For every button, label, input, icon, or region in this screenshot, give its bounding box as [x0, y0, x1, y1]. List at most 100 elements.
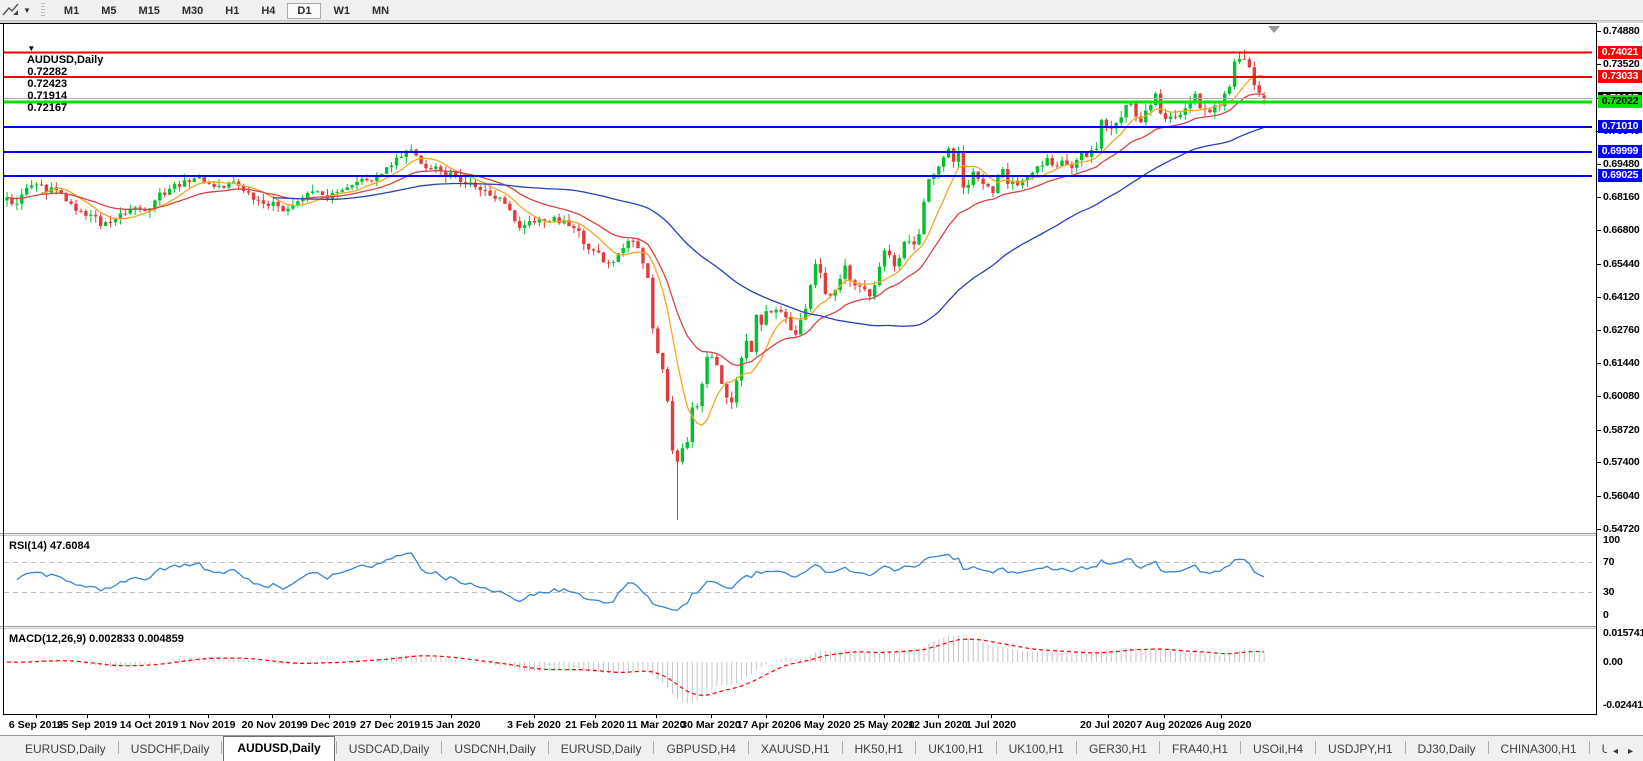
chart-tab-usdcnh-daily[interactable]: USDCNH,Daily — [443, 739, 546, 761]
axis-tick-mark — [1597, 362, 1601, 364]
date-axis-label: 6 May 2020 — [795, 719, 851, 731]
timeframe-button-w1[interactable]: W1 — [323, 3, 360, 19]
date-axis-label: 6 Sep 2019 — [8, 719, 64, 731]
rsi-panel-canvas[interactable] — [0, 536, 1597, 626]
chart-tab-hk50-h1[interactable]: HK50,H1 — [844, 739, 915, 761]
price-axis-label: 0.56040 — [1603, 490, 1640, 503]
time-tick-mark — [1221, 715, 1222, 718]
axis-tick-mark — [1597, 429, 1601, 431]
tab-navigation: ◂ ▸ — [1607, 746, 1643, 761]
timeframe-buttons: M1 M5 M15 M30 H1 H4 D1 W1 MN — [53, 1, 400, 19]
tab-separator — [1588, 741, 1590, 754]
price-axis-label: 0.58720 — [1603, 423, 1640, 436]
toolbar-grip[interactable] — [40, 3, 45, 17]
price-tag: 0.71010 — [1598, 120, 1642, 134]
tabs-scroll-right-icon[interactable]: ▸ — [1628, 746, 1633, 757]
chart-tab-xauusd-h1[interactable]: XAUUSD,H1 — [750, 739, 841, 761]
time-tick-mark — [36, 715, 37, 718]
chart-tab-usdchf-daily[interactable]: USDCHF,Daily — [120, 739, 221, 761]
rsi-axis-label: 0 — [1603, 608, 1609, 621]
plot-border — [3, 23, 4, 715]
date-axis-label: 17 Apr 2020 — [736, 719, 796, 731]
tabs-scroll-left-icon[interactable]: ◂ — [1613, 746, 1618, 757]
time-tick-mark — [595, 715, 596, 718]
date-axis-label: 26 Aug 2020 — [1190, 719, 1252, 731]
symbol-dropdown-marker: ▼ — [27, 44, 36, 53]
date-axis-label: 1 Jul 2020 — [965, 719, 1017, 731]
chart-tab-usdjpy-h1[interactable]: USDJPY,H1 — [1317, 739, 1403, 761]
price-axis-label: 0.62760 — [1603, 324, 1640, 337]
chart-tab-uk100-h1[interactable]: UK100,H1 — [917, 739, 994, 761]
timeframe-button-m15[interactable]: M15 — [128, 3, 169, 19]
date-axis-label: 1 Nov 2019 — [180, 719, 236, 731]
timeframe-button-h4[interactable]: H4 — [251, 3, 285, 19]
chart-tabs: EURUSD,Daily USDCHF,Daily AUDUSD,Daily USDC… — [0, 735, 1607, 761]
macd-panel-canvas[interactable] — [0, 629, 1597, 714]
price-tag: 0.69025 — [1598, 169, 1642, 183]
chart-tab-usoil-h4[interactable]: USOil,H4 — [1242, 739, 1314, 761]
date-axis-label: 25 May 2020 — [853, 719, 915, 731]
chart-tab-dj30-daily[interactable]: DJ30,Daily — [1407, 739, 1487, 761]
time-tick-mark — [329, 715, 330, 718]
chart-tab-china300-h1[interactable]: CHINA300,H1 — [1490, 739, 1588, 761]
ohlc-low: 0.71914 — [27, 90, 68, 102]
tab-separator — [1240, 741, 1242, 754]
macd-indicator-label: MACD(12,26,9) 0.002833 0.004859 — [9, 633, 184, 645]
macd-axis-label: -0.024412 — [1603, 698, 1643, 711]
chart-tab-gbpusd-h4[interactable]: GBPUSD,H4 — [655, 739, 746, 761]
date-axis-label: 30 Mar 2020 — [681, 719, 741, 731]
price-axis[interactable]: 0.748800.735200.721600.708400.694800.681… — [1596, 23, 1643, 715]
price-axis-label: 0.57400 — [1603, 456, 1640, 469]
chart-tools-group[interactable]: ▼ — [0, 2, 31, 18]
tab-separator — [547, 741, 549, 754]
price-axis-label: 0.61440 — [1603, 356, 1640, 369]
chart-tab-audusd-daily[interactable]: AUDUSD,Daily — [223, 736, 335, 761]
axis-tick-mark — [1597, 396, 1601, 398]
timeframe-button-m1[interactable]: M1 — [54, 3, 89, 19]
time-tick-mark — [1164, 715, 1165, 718]
price-axis-label: 0.73520 — [1603, 58, 1640, 71]
price-axis-label: 0.68160 — [1603, 190, 1640, 203]
time-tick-mark — [823, 715, 824, 718]
axis-tick-mark — [1597, 462, 1601, 464]
axis-tick-mark — [1597, 528, 1601, 530]
timeframe-button-m30[interactable]: M30 — [172, 3, 213, 19]
date-axis-label: 12 Jun 2020 — [908, 719, 968, 731]
chart-shift-marker — [1268, 26, 1280, 33]
time-tick-mark — [390, 715, 391, 718]
price-axis-label: 0.64120 — [1603, 290, 1640, 303]
tab-separator — [1158, 741, 1160, 754]
timeframe-button-h1[interactable]: H1 — [215, 3, 249, 19]
chart-tools-icon — [2, 3, 19, 16]
chart-tab-usoil-h1[interactable]: USOil,H1 — [1591, 739, 1607, 761]
time-tick-mark — [938, 715, 939, 718]
chart-tab-eurusd-daily[interactable]: EURUSD,Daily — [14, 739, 117, 761]
axis-tick-mark — [1597, 263, 1601, 265]
date-axis-label: 11 Mar 2020 — [626, 719, 686, 731]
chart-tab-fra40-h1[interactable]: FRA40,H1 — [1161, 739, 1239, 761]
chart-window: ▼ AUDUSD,Daily 0.72282 0.72423 0.71914 0… — [0, 21, 1643, 737]
timeframe-toolbar: ▼ M1 M5 M15 M30 H1 H4 D1 W1 MN — [0, 0, 1643, 21]
trading-platform: ▼ M1 M5 M15 M30 H1 H4 D1 W1 MN ▼ AUDUSD,Daily 0.… — [0, 0, 1643, 761]
time-tick-mark — [991, 715, 992, 718]
timeframe-button-d1[interactable]: D1 — [287, 3, 322, 19]
time-axis[interactable]: 6 Sep 2019 25 Sep 2019 14 Oct 2019 1 Nov 20… — [0, 715, 1643, 737]
date-axis-label: 20 Jul 2020 — [1079, 719, 1137, 731]
chart-tab-usdcad-daily[interactable]: USDCAD,Daily — [338, 739, 441, 761]
axis-tick-mark — [1597, 496, 1601, 498]
tab-separator — [995, 741, 997, 754]
date-axis-label: 3 Feb 2020 — [507, 719, 561, 731]
chevron-down-icon[interactable]: ▼ — [23, 6, 31, 15]
timeframe-button-mn[interactable]: MN — [362, 3, 399, 19]
chart-tab-ger30-h1[interactable]: GER30,H1 — [1078, 739, 1158, 761]
axis-tick-mark — [1597, 64, 1601, 66]
chart-tab-uk100-h1[interactable]: UK100,H1 — [998, 739, 1075, 761]
tab-separator — [1404, 741, 1406, 754]
main-chart-canvas[interactable] — [0, 25, 1597, 533]
chart-tab-eurusd-daily[interactable]: EURUSD,Daily — [550, 739, 653, 761]
price-axis-label: 0.69480 — [1603, 158, 1640, 171]
time-tick-mark — [711, 715, 712, 718]
time-tick-mark — [766, 715, 767, 718]
axis-tick-mark — [1597, 164, 1601, 166]
timeframe-button-m5[interactable]: M5 — [91, 3, 126, 19]
